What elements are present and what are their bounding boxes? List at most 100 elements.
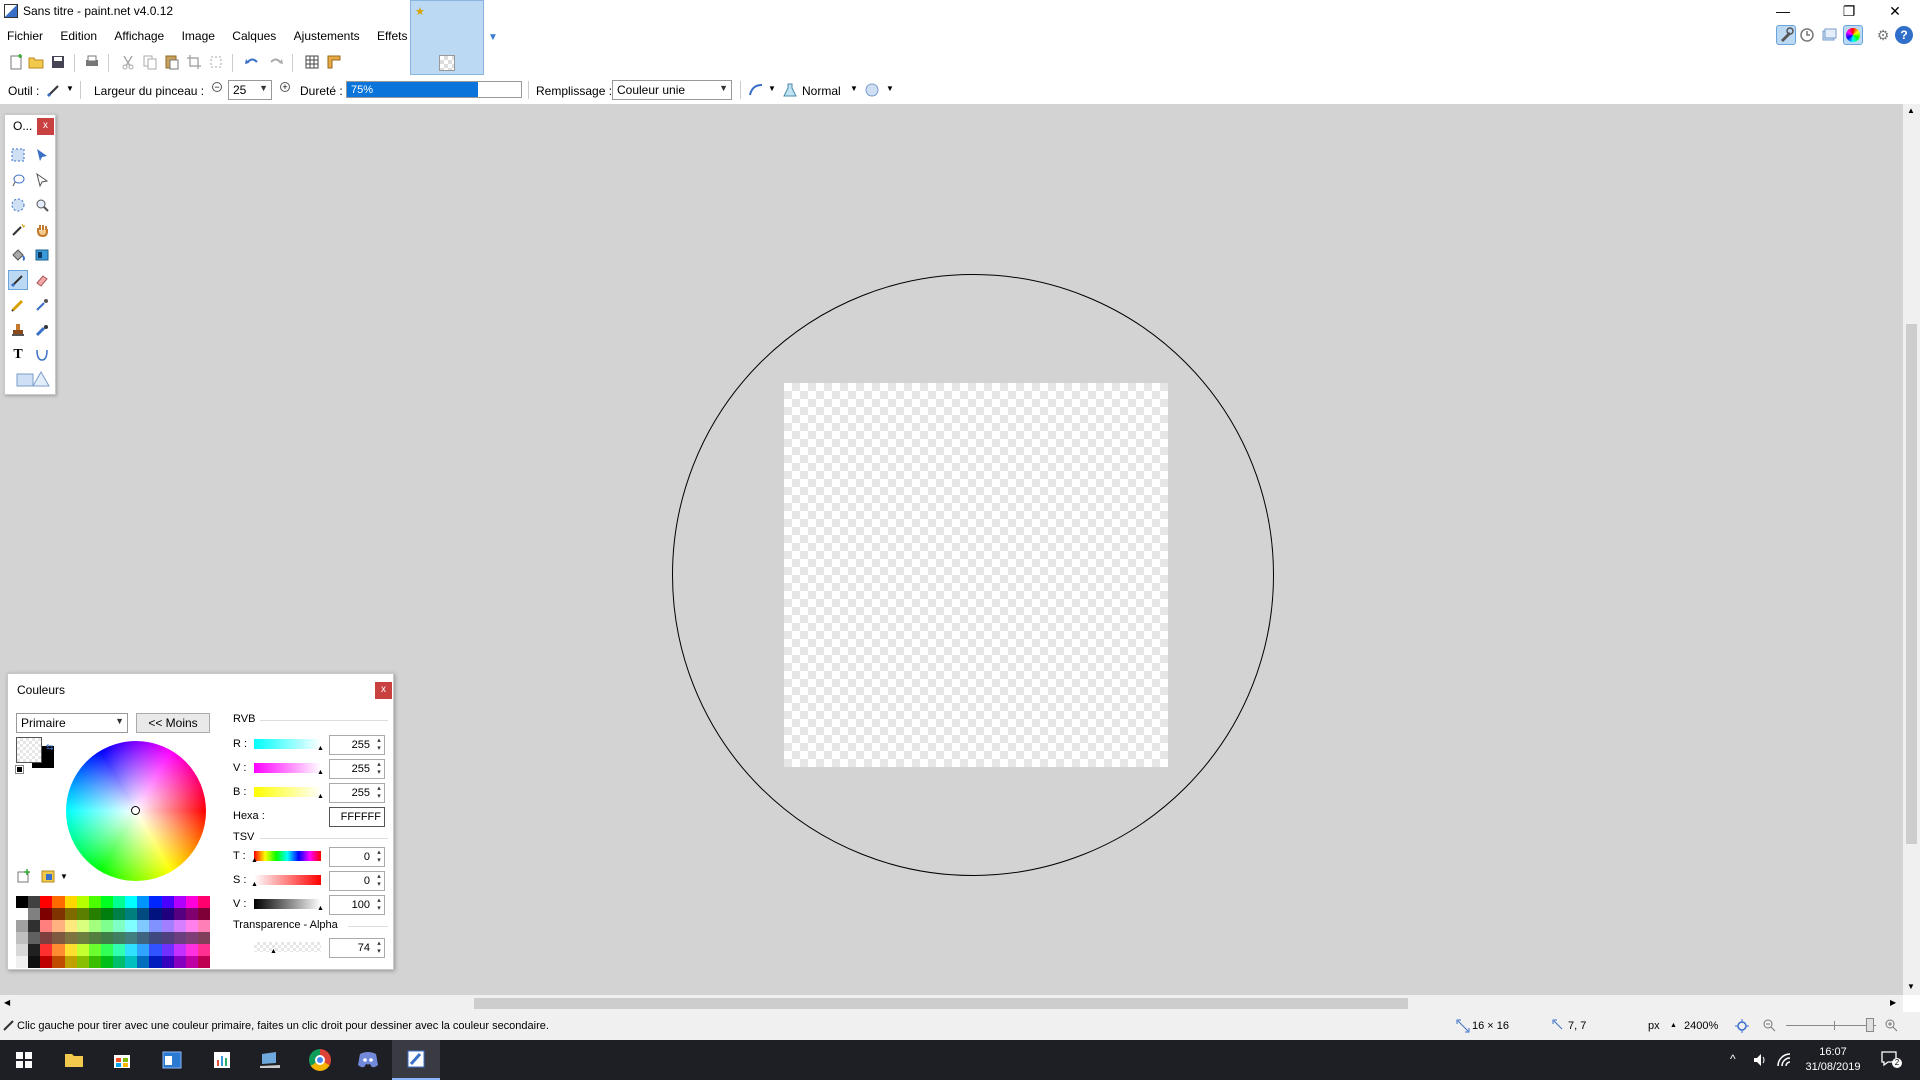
- palette-swatch[interactable]: [161, 908, 174, 920]
- menu-calques[interactable]: Calques: [225, 26, 283, 46]
- palette-swatch[interactable]: [88, 908, 101, 920]
- b-input[interactable]: 255: [329, 783, 385, 803]
- palette-swatch[interactable]: [76, 956, 89, 968]
- palette-swatch[interactable]: [173, 908, 186, 920]
- palette-swatch[interactable]: [185, 956, 198, 968]
- brush-width-select[interactable]: 25 ▼: [228, 80, 272, 100]
- palette-swatch[interactable]: [40, 908, 53, 920]
- swap-colors-icon[interactable]: ⇆: [46, 742, 54, 753]
- palette-swatch[interactable]: [185, 944, 198, 956]
- palette-swatch[interactable]: [197, 908, 210, 920]
- palette-swatch[interactable]: [88, 896, 101, 908]
- palette-swatch[interactable]: [64, 920, 77, 932]
- palette-swatch[interactable]: [52, 956, 65, 968]
- zoom-tool-icon[interactable]: [32, 195, 52, 215]
- zoom-slider-handle[interactable]: [1866, 1018, 1874, 1032]
- save-icon[interactable]: [50, 54, 66, 70]
- palette-swatch[interactable]: [40, 944, 53, 956]
- palette-swatch[interactable]: [137, 944, 150, 956]
- eraser-tool-icon[interactable]: [32, 270, 52, 290]
- history-window-toggle-icon[interactable]: [1798, 25, 1818, 45]
- blend-mode-value[interactable]: Normal: [802, 84, 841, 98]
- vertical-scrollbar[interactable]: ▲ ▼: [1903, 104, 1920, 995]
- copy-icon[interactable]: [142, 54, 158, 70]
- palette-swatch[interactable]: [100, 956, 113, 968]
- palette-swatch[interactable]: [161, 944, 174, 956]
- palette-swatch[interactable]: [76, 896, 89, 908]
- palette-swatch[interactable]: [64, 932, 77, 944]
- palette-swatch[interactable]: [149, 896, 162, 908]
- file-explorer-icon[interactable]: [50, 1040, 98, 1080]
- action-center-icon[interactable]: 2: [1880, 1050, 1902, 1068]
- color-wheel[interactable]: [66, 741, 206, 881]
- r-input[interactable]: 255: [329, 735, 385, 755]
- g-slider[interactable]: [254, 763, 321, 773]
- ellipse-select-tool-icon[interactable]: [8, 195, 28, 215]
- palette-swatch[interactable]: [113, 896, 126, 908]
- add-to-palette-icon[interactable]: [16, 868, 32, 884]
- palette-swatch[interactable]: [64, 896, 77, 908]
- palette-swatch[interactable]: [40, 932, 53, 944]
- palette-swatch[interactable]: [125, 896, 138, 908]
- crop-to-selection-icon[interactable]: [186, 54, 202, 70]
- palette-swatch[interactable]: [113, 932, 126, 944]
- palette-swatch[interactable]: [173, 956, 186, 968]
- palette-swatch[interactable]: [125, 956, 138, 968]
- palette-swatch[interactable]: [52, 944, 65, 956]
- color-wheel-marker[interactable]: [131, 806, 140, 815]
- paintbrush-tool-icon[interactable]: [46, 82, 62, 98]
- palette-swatch[interactable]: [88, 944, 101, 956]
- pan-hand-tool-icon[interactable]: [32, 220, 52, 240]
- minimize-button[interactable]: —: [1760, 0, 1806, 22]
- magic-wand-tool-icon[interactable]: [8, 220, 28, 240]
- palette-swatch[interactable]: [100, 920, 113, 932]
- palette-swatch[interactable]: [197, 896, 210, 908]
- palette-swatch[interactable]: [28, 932, 41, 944]
- palette-swatch[interactable]: [137, 908, 150, 920]
- start-windows-icon[interactable]: [0, 1040, 48, 1080]
- colors-close-button[interactable]: x: [375, 682, 392, 699]
- palette-swatch[interactable]: [197, 944, 210, 956]
- discord-icon[interactable]: [344, 1040, 392, 1080]
- text-tool-icon[interactable]: T: [8, 345, 28, 365]
- s-slider[interactable]: [254, 875, 321, 885]
- h-slider[interactable]: [254, 851, 321, 861]
- image-list-dropdown-icon[interactable]: ▼: [488, 32, 498, 43]
- palette-swatch[interactable]: [16, 956, 29, 968]
- palette-swatch[interactable]: [76, 932, 89, 944]
- palette-swatch[interactable]: [185, 932, 198, 944]
- zoom-to-window-icon[interactable]: [1734, 1018, 1750, 1034]
- blend-mode-icon[interactable]: [782, 82, 798, 98]
- deselect-icon[interactable]: [208, 54, 224, 70]
- chrome-icon[interactable]: [296, 1040, 344, 1080]
- palette-swatch[interactable]: [28, 908, 41, 920]
- increase-width-icon[interactable]: +: [280, 82, 290, 92]
- horizontal-scrollbar[interactable]: ◀ ▶: [0, 995, 1903, 1012]
- horizontal-scroll-thumb[interactable]: [474, 998, 1408, 1009]
- palette-dropdown-icon[interactable]: ▼: [60, 872, 68, 881]
- palette-swatch[interactable]: [173, 932, 186, 944]
- palette-swatch[interactable]: [88, 920, 101, 932]
- palette-swatch[interactable]: [173, 920, 186, 932]
- tools-window-toggle-icon[interactable]: [1776, 25, 1796, 45]
- r-slider[interactable]: [254, 739, 321, 749]
- palette-swatch[interactable]: [28, 896, 41, 908]
- menu-effets[interactable]: Effets: [370, 26, 414, 46]
- taskbar-app-chart-icon[interactable]: [198, 1040, 246, 1080]
- palette-swatch[interactable]: [28, 944, 41, 956]
- palette-swatch[interactable]: [137, 932, 150, 944]
- zoom-slider-track[interactable]: [1786, 1025, 1876, 1026]
- volume-icon[interactable]: [1752, 1052, 1768, 1068]
- print-icon[interactable]: [84, 54, 100, 70]
- settings-gear-icon[interactable]: ⚙: [1873, 25, 1893, 45]
- palette-swatch[interactable]: [52, 932, 65, 944]
- gradient-tool-icon[interactable]: [32, 245, 52, 265]
- primary-color-swatch[interactable]: [16, 737, 42, 763]
- move-selection-tool-icon[interactable]: [32, 170, 52, 190]
- paintnet-taskbar-icon[interactable]: [392, 1040, 440, 1080]
- palette-swatch[interactable]: [125, 944, 138, 956]
- color-mode-select[interactable]: Primaire ▼: [16, 713, 128, 733]
- alpha-slider-handle-icon[interactable]: ▲: [270, 948, 277, 955]
- reset-colors-icon[interactable]: [15, 765, 24, 774]
- palette-swatch[interactable]: [76, 908, 89, 920]
